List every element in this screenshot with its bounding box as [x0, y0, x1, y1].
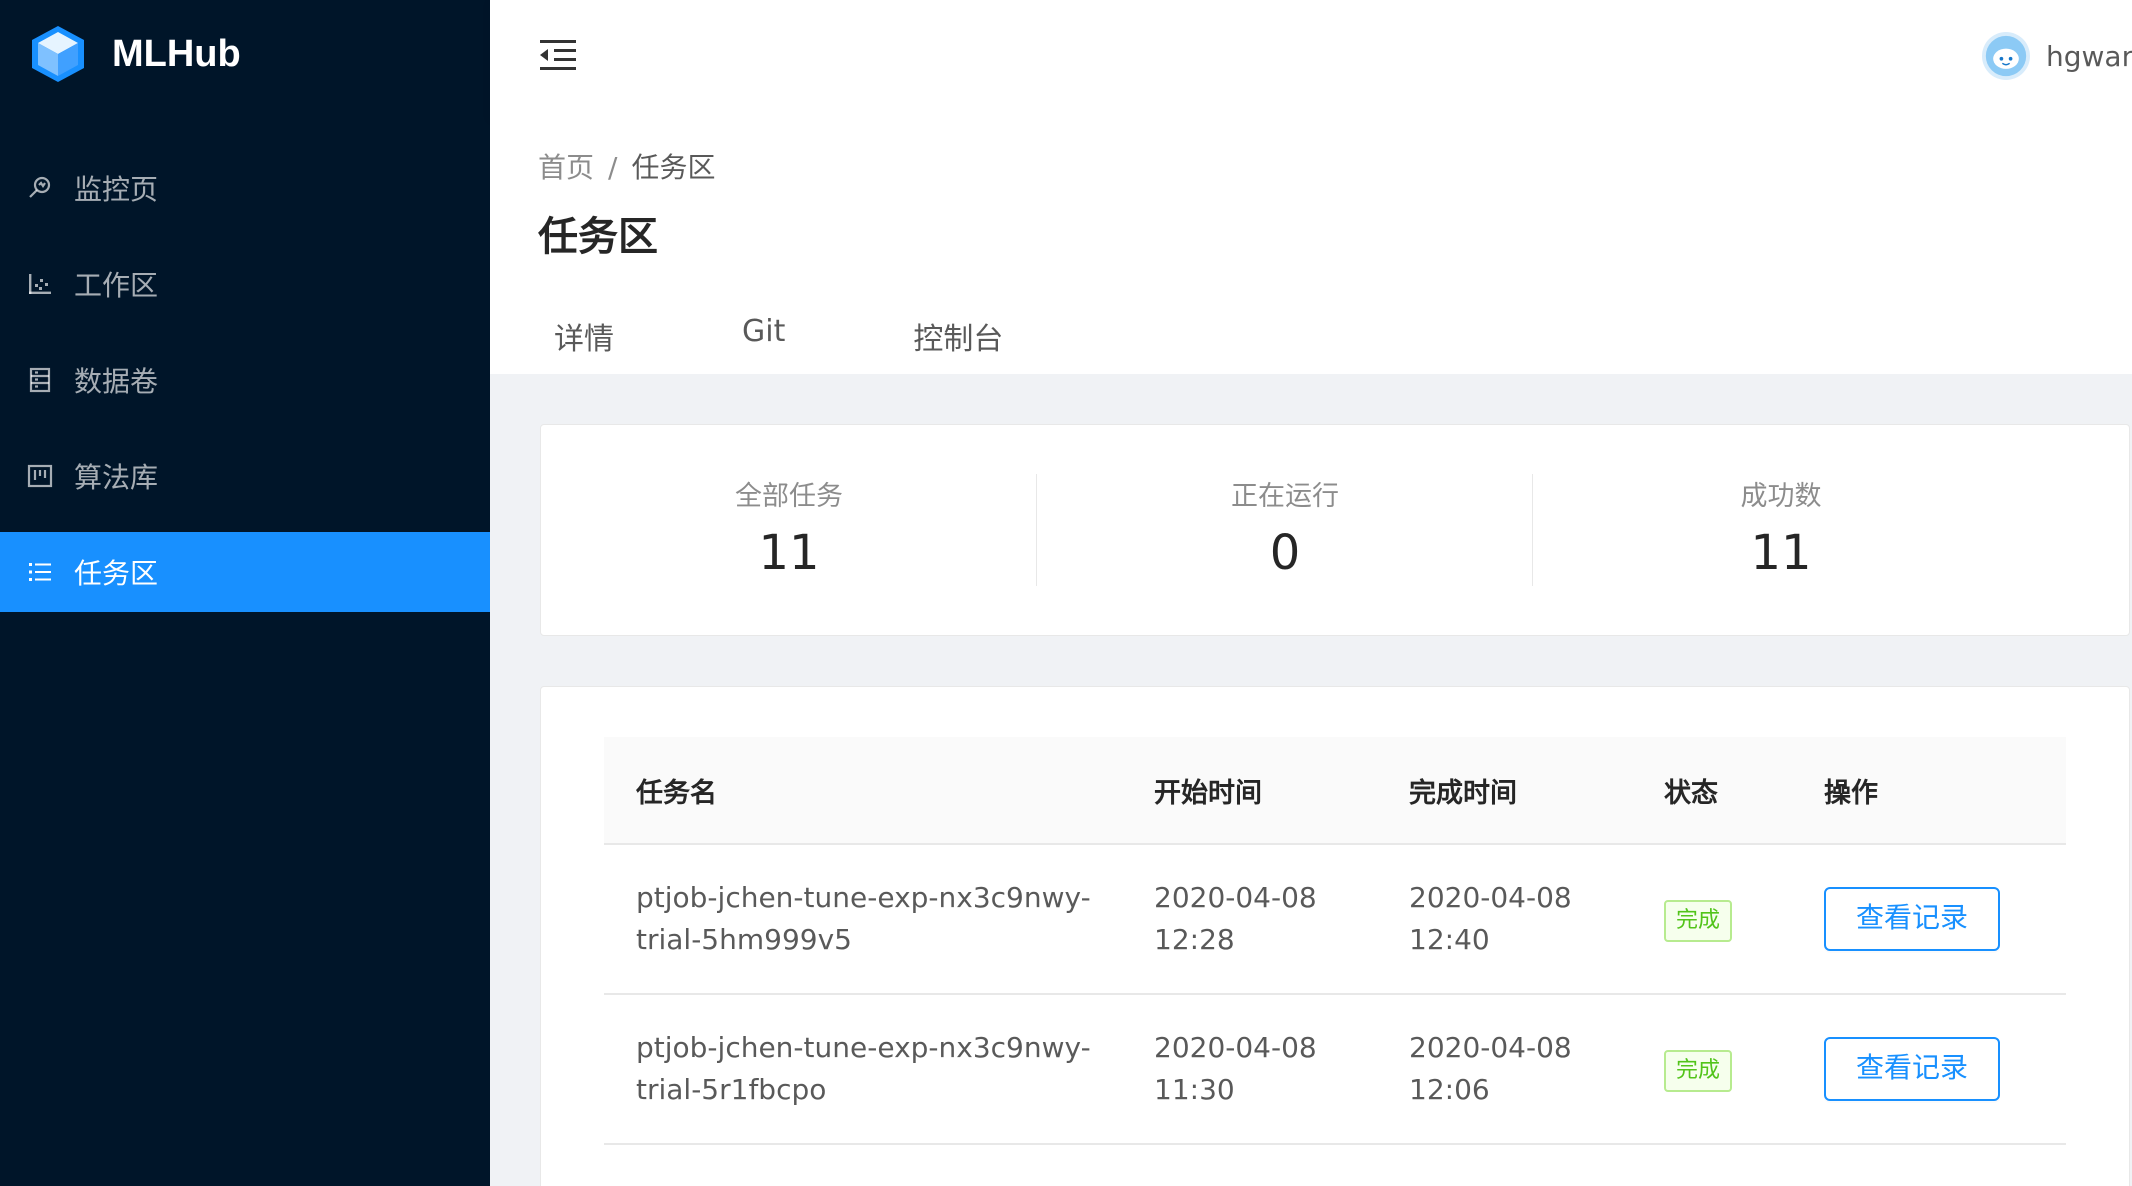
logo[interactable]: MLHub: [26, 22, 241, 86]
table-row: ptjob-jchen-tune-exp-nx3c9nwy-trial-5r1f…: [604, 995, 2066, 1145]
cell-task-name: ptjob-jchen-tune-exp-nx3c9nwy-trial-5r1f…: [604, 1027, 1154, 1111]
sidebar-item-label: 工作区: [74, 269, 159, 302]
end-time: 2020-04-08 12:06: [1409, 1031, 1572, 1106]
table-header: 任务名 开始时间 完成时间 状态 操作: [604, 737, 2066, 845]
cell-end-time: 2020-04-08 12:40: [1409, 877, 1664, 961]
user-menu[interactable]: hgwan: [1982, 28, 2132, 84]
avatar[interactable]: [1982, 32, 2030, 80]
sidebar-item-label: 监控页: [74, 173, 159, 206]
table-row: ptjob-jchen-tune-exp-nx3c9nwy-trial-5hm9…: [604, 845, 2066, 995]
end-time: 2020-04-08 12:40: [1409, 881, 1572, 956]
stat-success: 成功数 11: [1533, 474, 2029, 586]
column-header-name: 任务名: [636, 777, 717, 809]
menu-fold-icon[interactable]: [538, 36, 578, 76]
view-record-button[interactable]: 查看记录: [1824, 887, 2000, 951]
status-badge: 完成: [1664, 899, 1733, 942]
sidebar-item-monitor[interactable]: 监控页: [0, 148, 490, 228]
task-table: 任务名 开始时间 完成时间 状态 操作 ptjob-jchen-tune-exp…: [604, 737, 2066, 1145]
cell-start-time: 2020-04-08 11:30: [1154, 1027, 1409, 1111]
status-badge: 完成: [1664, 1049, 1733, 1092]
tab-details[interactable]: 详情: [538, 314, 630, 374]
chart-scatter-icon: [26, 270, 54, 298]
cell-start-time: 2020-04-08 12:28: [1154, 877, 1409, 961]
stat-value: 0: [1269, 525, 1301, 581]
stat-label: 成功数: [1740, 481, 1822, 512]
stats-card: 全部任务 11 正在运行 0 成功数 11: [540, 424, 2130, 636]
cube-logo-icon: [32, 26, 84, 82]
cell-status: 完成: [1664, 1047, 1824, 1092]
app-name: MLHub: [112, 32, 241, 75]
monitor-search-icon: [26, 174, 54, 202]
sidebar-item-label: 算法库: [74, 461, 159, 494]
sidebar: MLHub 监控页 工作区 数据卷 算法库 任务区: [0, 0, 490, 1186]
page-header: 首页 / 任务区 任务区 详情 Git 控制台: [490, 118, 2132, 374]
stat-label: 全部任务: [735, 481, 843, 512]
column-header-action: 操作: [1824, 777, 1878, 809]
column-header-end: 完成时间: [1409, 777, 1517, 809]
stat-total-tasks: 全部任务 11: [541, 474, 1037, 586]
column-header-status: 状态: [1664, 777, 1718, 809]
task-name: ptjob-jchen-tune-exp-nx3c9nwy-trial-5r1f…: [636, 1031, 1091, 1106]
sidebar-item-label: 数据卷: [74, 365, 159, 398]
username: hgwan: [2046, 39, 2132, 73]
sidebar-item-label: 任务区: [74, 557, 159, 590]
list-icon: [26, 558, 54, 586]
stat-value: 11: [758, 525, 820, 581]
stat-label: 正在运行: [1231, 481, 1339, 512]
start-time: 2020-04-08 12:28: [1154, 881, 1317, 956]
project-board-icon: [26, 462, 54, 490]
breadcrumb: 首页 / 任务区: [538, 146, 715, 186]
tab-bar: 详情 Git 控制台: [538, 314, 1115, 374]
robot-avatar-icon: [1985, 35, 2027, 77]
breadcrumb-current: 任务区: [631, 151, 716, 184]
tab-console[interactable]: 控制台: [897, 314, 1019, 374]
sidebar-menu: 监控页 工作区 数据卷 算法库 任务区: [0, 148, 490, 628]
tab-git[interactable]: Git: [726, 314, 801, 374]
task-table-card: 任务名 开始时间 完成时间 状态 操作 ptjob-jchen-tune-exp…: [540, 686, 2130, 1186]
app-root: MLHub 监控页 工作区 数据卷 算法库 任务区 hgwan 首页 / 任务区…: [0, 0, 2132, 1186]
page-title: 任务区: [538, 214, 658, 260]
sidebar-item-workspace[interactable]: 工作区: [0, 244, 490, 324]
cell-status: 完成: [1664, 897, 1824, 942]
column-header-start: 开始时间: [1154, 777, 1262, 809]
breadcrumb-separator: /: [608, 151, 618, 184]
sidebar-item-datavolume[interactable]: 数据卷: [0, 340, 490, 420]
top-header: hgwan: [490, 0, 2132, 118]
stat-running: 正在运行 0: [1037, 474, 1533, 586]
cell-task-name: ptjob-jchen-tune-exp-nx3c9nwy-trial-5hm9…: [604, 877, 1154, 961]
task-name: ptjob-jchen-tune-exp-nx3c9nwy-trial-5hm9…: [636, 881, 1091, 956]
sidebar-item-algorithms[interactable]: 算法库: [0, 436, 490, 516]
view-record-button[interactable]: 查看记录: [1824, 1037, 2000, 1101]
breadcrumb-home[interactable]: 首页: [538, 151, 594, 184]
sidebar-item-tasks[interactable]: 任务区: [0, 532, 490, 612]
cell-end-time: 2020-04-08 12:06: [1409, 1027, 1664, 1111]
cell-action: 查看记录: [1824, 1037, 2066, 1101]
database-icon: [26, 366, 54, 394]
stat-value: 11: [1750, 525, 1812, 581]
start-time: 2020-04-08 11:30: [1154, 1031, 1317, 1106]
cell-action: 查看记录: [1824, 887, 2066, 951]
